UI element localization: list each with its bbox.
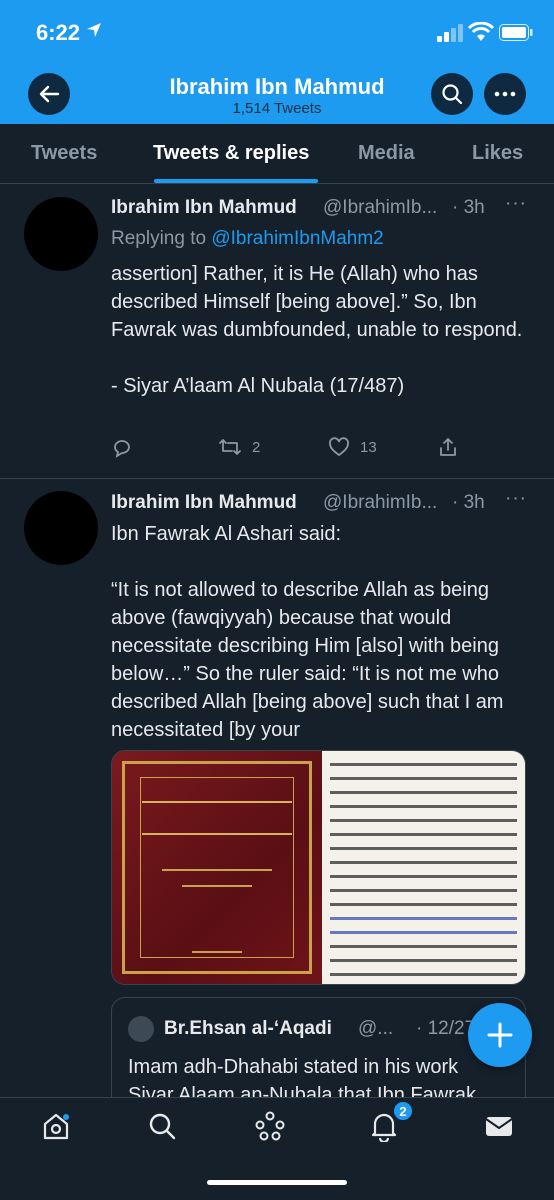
tweet-author-handle: @IbrahimIb... bbox=[323, 197, 438, 218]
status-bar: 6:22 bbox=[0, 0, 554, 66]
status-time: 6:22 bbox=[36, 20, 81, 45]
book-page-image bbox=[322, 751, 525, 984]
notification-badge: 2 bbox=[392, 1100, 414, 1122]
compose-tweet-button[interactable] bbox=[468, 1003, 532, 1067]
replying-to-prefix: Replying to bbox=[111, 228, 212, 249]
replying-to-link[interactable]: @IbrahimIbnMahm2 bbox=[211, 228, 383, 249]
tweet-more-icon[interactable]: ··· bbox=[505, 193, 527, 215]
tweet-divider bbox=[0, 478, 554, 479]
retweet-icon bbox=[219, 439, 241, 455]
like-button[interactable]: 13 bbox=[328, 436, 377, 458]
profile-header: Ibrahim Ibn Mahmud 1,514 Tweets bbox=[0, 66, 554, 124]
active-tab-indicator bbox=[154, 179, 318, 183]
search-icon bbox=[442, 84, 463, 105]
plus-icon bbox=[487, 1022, 513, 1048]
tab-likes[interactable]: Likes bbox=[472, 142, 523, 165]
quoted-author-handle: @... bbox=[358, 1018, 394, 1039]
tweet-more-icon[interactable]: ··· bbox=[505, 488, 527, 510]
quoted-text: Imam adh-Dhahabi stated in his work bbox=[128, 1056, 459, 1078]
reply-button[interactable] bbox=[111, 436, 133, 458]
more-button[interactable] bbox=[484, 73, 526, 115]
tweet-time: · 3h bbox=[452, 492, 485, 513]
avatar[interactable] bbox=[24, 491, 98, 565]
spaces-icon[interactable] bbox=[254, 1110, 286, 1142]
tweet-text: Ibn Fawrak Al Ashari said: “It is not al… bbox=[111, 523, 504, 741]
tweet-time: · 3h bbox=[452, 197, 485, 218]
cellular-signal-icon bbox=[437, 24, 463, 42]
search-icon[interactable] bbox=[146, 1110, 178, 1142]
retweet-button[interactable]: 2 bbox=[218, 436, 260, 458]
quoted-author-name: Br.Ehsan al-‘Aqadi bbox=[164, 1018, 332, 1039]
profile-tabs: Tweets Tweets & replies Media Likes bbox=[0, 124, 554, 184]
tab-tweets-and-replies[interactable]: Tweets & replies bbox=[153, 142, 309, 165]
reply-icon bbox=[114, 440, 130, 458]
tab-media[interactable]: Media bbox=[358, 142, 415, 165]
more-icon bbox=[494, 91, 516, 97]
replying-to: Replying to @IbrahimIbnMahm2 bbox=[111, 228, 384, 250]
battery-icon bbox=[499, 24, 533, 41]
book-cover-image bbox=[112, 751, 322, 984]
tweet-text: assertion] Rather, it is He (Allah) who … bbox=[111, 263, 523, 397]
quoted-avatar bbox=[128, 1016, 154, 1042]
tab-tweets[interactable]: Tweets bbox=[31, 142, 97, 165]
search-button[interactable] bbox=[431, 73, 473, 115]
wifi-icon bbox=[468, 22, 494, 41]
quoted-tweet[interactable]: Br.Ehsan al-‘Aqadi @... · 12/27 Imam adh… bbox=[111, 997, 526, 1097]
tweet-author-name[interactable]: Ibrahim Ibn Mahmud bbox=[111, 197, 297, 219]
home-icon[interactable] bbox=[40, 1110, 72, 1142]
share-button[interactable] bbox=[437, 436, 459, 458]
tweet-author-handle: @IbrahimIb... bbox=[323, 492, 438, 513]
quoted-date: · 12/27 bbox=[416, 1018, 476, 1039]
like-count: 13 bbox=[360, 438, 377, 456]
retweet-count: 2 bbox=[252, 438, 261, 456]
tweet-author-name[interactable]: Ibrahim Ibn Mahmud bbox=[111, 492, 297, 514]
avatar[interactable] bbox=[24, 197, 98, 271]
quoted-text-continued: Siyar Alaam an-Nubala that Ibn Fawrak bbox=[128, 1084, 476, 1097]
share-icon bbox=[440, 438, 456, 456]
mail-icon[interactable] bbox=[483, 1110, 515, 1142]
location-arrow-icon bbox=[87, 23, 101, 37]
home-indicator[interactable] bbox=[207, 1180, 347, 1185]
heart-icon bbox=[329, 437, 349, 457]
tweet-media-image[interactable] bbox=[111, 750, 526, 985]
